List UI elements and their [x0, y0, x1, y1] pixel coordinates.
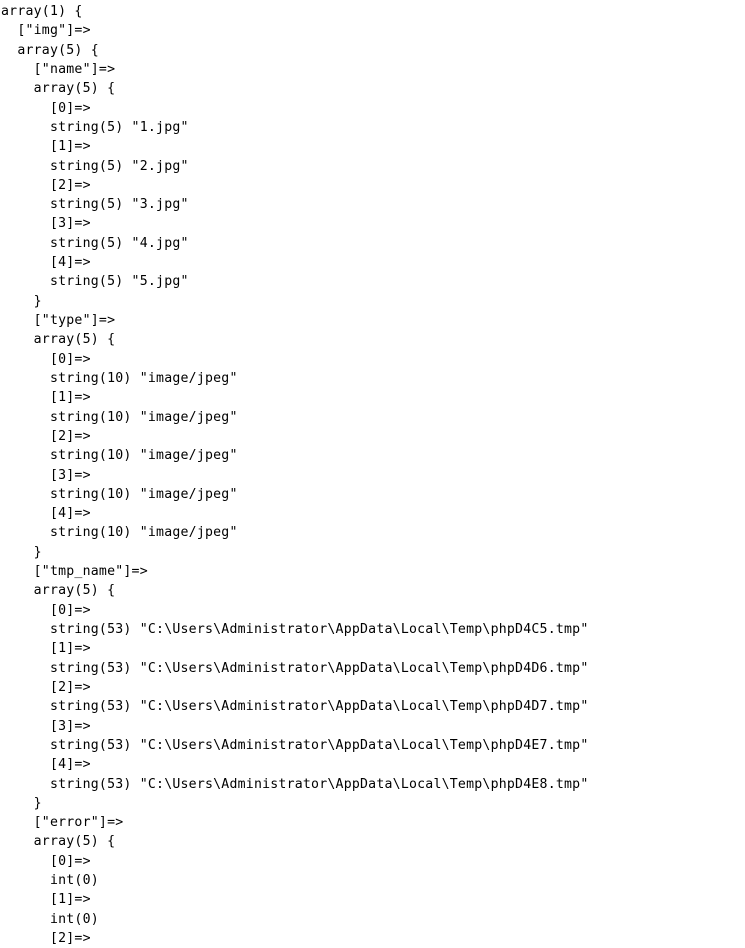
- dump-line: string(10) "image/jpeg": [1, 525, 238, 541]
- dump-line: string(10) "image/jpeg": [1, 448, 238, 464]
- dump-line: ["name"]=>: [1, 61, 116, 77]
- dump-line: array(5) {: [1, 332, 116, 348]
- dump-line: array(5) {: [1, 583, 116, 599]
- dump-line: [2]=>: [1, 428, 91, 444]
- dump-line: [1]=>: [1, 641, 91, 657]
- dump-line: string(53) "C:\Users\Administrator\AppDa…: [1, 699, 589, 715]
- dump-line: string(5) "1.jpg": [1, 119, 189, 135]
- dump-line: [0]=>: [1, 853, 91, 869]
- dump-line: array(5) {: [1, 834, 116, 850]
- dump-line: string(5) "5.jpg": [1, 274, 189, 290]
- dump-line: string(53) "C:\Users\Administrator\AppDa…: [1, 776, 589, 792]
- dump-line: string(53) "C:\Users\Administrator\AppDa…: [1, 660, 589, 676]
- dump-line: string(53) "C:\Users\Administrator\AppDa…: [1, 737, 589, 753]
- dump-line: }: [1, 544, 42, 560]
- dump-line: ["img"]=>: [1, 23, 91, 39]
- dump-line: int(0): [1, 911, 99, 927]
- dump-line: [1]=>: [1, 390, 91, 406]
- dump-line: [2]=>: [1, 679, 91, 695]
- dump-line: array(1) {: [1, 4, 83, 19]
- dump-line: string(5) "3.jpg": [1, 197, 189, 213]
- dump-line: [1]=>: [1, 892, 91, 908]
- dump-line: [4]=>: [1, 757, 91, 773]
- dump-line: [3]=>: [1, 216, 91, 232]
- var-dump-output: array(1) { ["img"]=> array(5) { ["name"]…: [0, 0, 745, 948]
- dump-line: array(5) {: [1, 42, 99, 58]
- dump-line: string(5) "4.jpg": [1, 235, 189, 251]
- dump-line: ["tmp_name"]=>: [1, 564, 148, 580]
- dump-line: }: [1, 795, 42, 811]
- dump-line: [4]=>: [1, 506, 91, 522]
- dump-line: [3]=>: [1, 718, 91, 734]
- dump-line: string(53) "C:\Users\Administrator\AppDa…: [1, 622, 589, 637]
- dump-line: string(10) "image/jpeg": [1, 409, 238, 425]
- dump-line: int(0): [1, 873, 99, 889]
- dump-line: [1]=>: [1, 139, 91, 155]
- dump-line: string(5) "2.jpg": [1, 158, 189, 174]
- dump-line: [0]=>: [1, 351, 91, 367]
- dump-line: [0]=>: [1, 602, 91, 618]
- dump-line: [2]=>: [1, 931, 91, 946]
- dump-line: [0]=>: [1, 100, 91, 116]
- dump-line: ["type"]=>: [1, 313, 116, 328]
- dump-line: array(5) {: [1, 81, 116, 97]
- dump-line: string(10) "image/jpeg": [1, 370, 238, 386]
- dump-line: [4]=>: [1, 255, 91, 271]
- dump-line: ["error"]=>: [1, 815, 124, 831]
- dump-line: [3]=>: [1, 467, 91, 483]
- dump-line: string(10) "image/jpeg": [1, 486, 238, 502]
- dump-line: }: [1, 293, 42, 309]
- dump-line: [2]=>: [1, 177, 91, 193]
